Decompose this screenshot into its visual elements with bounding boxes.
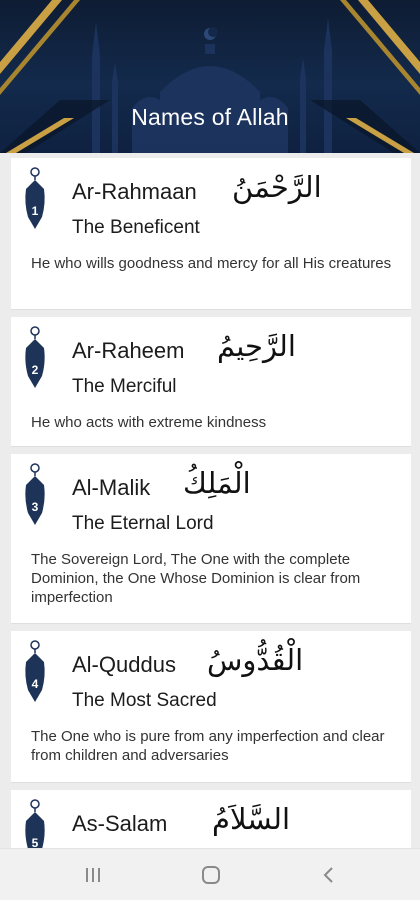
number-badge: 3 xyxy=(22,463,48,527)
name-description: The Sovereign Lord, The One with the com… xyxy=(31,551,361,606)
name-card-4[interactable]: 4 Al-Quddus الْقُدُّوسُ The Most Sacred … xyxy=(11,631,411,783)
recents-icon xyxy=(86,868,100,882)
name-transliteration: Al-Quddus xyxy=(72,652,176,677)
name-card-1[interactable]: 1 Ar-Rahmaan الرَّحْمَنُ The Beneficent … xyxy=(11,158,411,310)
name-meaning: The Eternal Lord xyxy=(72,513,214,534)
home-icon xyxy=(202,866,220,884)
badge-number: 1 xyxy=(31,204,39,218)
name-transliteration: Ar-Rahmaan xyxy=(72,179,197,204)
name-meaning: The Merciful xyxy=(72,376,177,397)
name-arabic: الْمَلِكُ xyxy=(183,466,251,500)
number-badge: 2 xyxy=(22,326,48,390)
name-description: He who wills goodness and mercy for all … xyxy=(31,255,392,272)
name-card-3[interactable]: 3 Al-Malik الْمَلِكُ The Eternal Lord Th… xyxy=(11,454,411,624)
name-card-5[interactable]: 5 As-Salam السَّلاَمُ xyxy=(11,790,411,848)
home-button[interactable] xyxy=(181,849,241,900)
page-title: Names of Allah xyxy=(131,104,289,130)
name-arabic: الرَّحْمَنُ xyxy=(232,170,322,204)
name-description: He who acts with extreme kindness xyxy=(31,414,267,431)
badge-number: 2 xyxy=(31,363,39,377)
badge-number: 5 xyxy=(31,836,39,848)
name-transliteration: Ar-Raheem xyxy=(72,338,185,363)
recents-button[interactable] xyxy=(63,849,123,900)
number-badge: 5 xyxy=(22,799,48,848)
name-transliteration: Al-Malik xyxy=(72,475,151,500)
name-card-2[interactable]: 2 Ar-Raheem الرَّحِيمُ The Merciful He w… xyxy=(11,317,411,447)
app-header: Names of Allah xyxy=(0,0,420,153)
name-arabic: الْقُدُّوسُ xyxy=(207,643,304,677)
back-icon xyxy=(323,867,333,883)
badge-number: 3 xyxy=(31,500,39,514)
name-meaning: The Beneficent xyxy=(72,217,200,238)
names-list[interactable]: 1 Ar-Rahmaan الرَّحْمَنُ The Beneficent … xyxy=(0,153,420,848)
name-arabic: الرَّحِيمُ xyxy=(217,329,296,363)
system-nav-bar xyxy=(0,848,420,900)
name-transliteration: As-Salam xyxy=(72,811,168,836)
name-description: The One who is pure from any imperfectio… xyxy=(31,728,385,764)
back-button[interactable] xyxy=(299,849,359,900)
number-badge: 1 xyxy=(22,167,48,231)
name-meaning: The Most Sacred xyxy=(72,690,217,711)
badge-number: 4 xyxy=(31,677,39,691)
number-badge: 4 xyxy=(22,640,48,704)
name-arabic: السَّلاَمُ xyxy=(212,802,291,836)
